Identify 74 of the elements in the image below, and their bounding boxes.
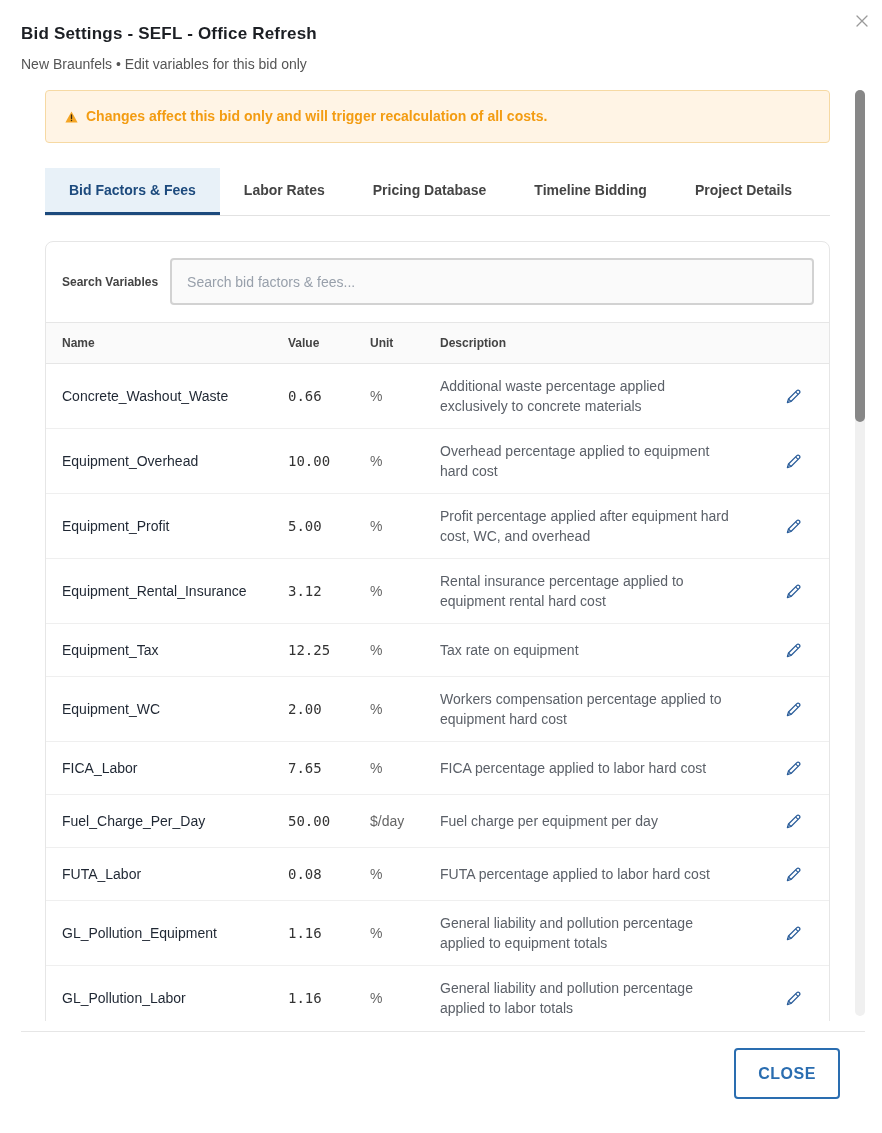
pencil-icon bbox=[785, 583, 801, 599]
variable-name: GL_Pollution_Labor bbox=[46, 965, 272, 1021]
search-field[interactable]: Search bid factors & fees... bbox=[170, 258, 814, 305]
tab[interactable]: Labor Rates bbox=[219, 168, 349, 215]
variable-value: 1.16 bbox=[272, 900, 354, 966]
variable-description: Rental insurance percentage applied to equipment rental hard cost bbox=[424, 558, 763, 624]
pencil-icon bbox=[785, 990, 801, 1006]
variable-name: Equipment_Rental_Insurance bbox=[46, 558, 272, 624]
variable-value: 12.25 bbox=[272, 623, 354, 677]
variable-unit: % bbox=[354, 493, 424, 559]
variable-name: Equipment_WC bbox=[46, 676, 272, 742]
variable-unit: % bbox=[354, 558, 424, 624]
variable-unit: % bbox=[354, 847, 424, 901]
warning-text: Changes affect this bid only and will trigger recalculation of all costs. bbox=[86, 107, 548, 126]
variable-description: Fuel charge per equipment per day bbox=[424, 794, 763, 848]
variable-description: Profit percentage applied after equipment hard cost, WC, and overhead bbox=[424, 493, 763, 559]
close-button[interactable] bbox=[856, 15, 868, 27]
variable-name: FUTA_Labor bbox=[46, 847, 272, 901]
variable-unit: % bbox=[354, 900, 424, 966]
variable-name: Equipment_Tax bbox=[46, 623, 272, 677]
pencil-icon bbox=[785, 813, 801, 829]
variable-unit: % bbox=[354, 676, 424, 742]
variable-description: Overhead percentage applied to equipment hard cost bbox=[424, 428, 763, 494]
variable-unit: % bbox=[354, 363, 424, 429]
variable-value: 10.00 bbox=[272, 428, 354, 494]
variable-unit: % bbox=[354, 741, 424, 795]
variable-name: Fuel_Charge_Per_Day bbox=[46, 794, 272, 848]
variable-unit: % bbox=[354, 623, 424, 677]
tab[interactable]: Timeline Bidding bbox=[510, 168, 671, 215]
variable-description: Workers compensation percentage applied to equipment hard cost bbox=[424, 676, 763, 742]
pencil-icon bbox=[785, 925, 801, 941]
variable-value: 5.00 bbox=[272, 493, 354, 559]
variable-unit: % bbox=[354, 965, 424, 1021]
search-label: Search Variables bbox=[62, 273, 159, 291]
close-icon bbox=[856, 15, 868, 27]
pencil-icon bbox=[785, 642, 801, 658]
variable-description: General liability and pollution percentage applied to labor totals bbox=[424, 965, 763, 1021]
variable-name: FICA_Labor bbox=[46, 741, 272, 795]
variable-value: 3.12 bbox=[272, 558, 354, 624]
pencil-icon bbox=[785, 518, 801, 534]
dialog-title: Bid Settings - SEFL - Office Refresh bbox=[21, 23, 317, 45]
column-header: Name bbox=[46, 322, 272, 364]
variable-description: Tax rate on equipment bbox=[424, 623, 763, 677]
column-header: Value bbox=[272, 322, 354, 364]
warning-icon bbox=[65, 110, 78, 123]
variable-value: 1.16 bbox=[272, 965, 354, 1021]
variable-unit: % bbox=[354, 428, 424, 494]
pencil-icon bbox=[785, 388, 801, 404]
column-header: Description bbox=[424, 322, 763, 364]
variable-value: 0.08 bbox=[272, 847, 354, 901]
variable-unit: $/day bbox=[354, 794, 424, 848]
scrollbar-thumb[interactable] bbox=[855, 90, 865, 422]
column-header: Unit bbox=[354, 322, 424, 364]
pencil-icon bbox=[785, 701, 801, 717]
variable-name: Equipment_Profit bbox=[46, 493, 272, 559]
pencil-icon bbox=[785, 866, 801, 882]
dialog-subtitle: New Braunfels • Edit variables for this bid only bbox=[21, 55, 308, 74]
variable-value: 2.00 bbox=[272, 676, 354, 742]
variable-description: Additional waste percentage applied exclusively to concrete materials bbox=[424, 363, 763, 429]
tab[interactable]: Bid Factors & Fees bbox=[45, 168, 220, 215]
variable-description: General liability and pollution percentage applied to equipment totals bbox=[424, 900, 763, 966]
variable-name: Equipment_Overhead bbox=[46, 428, 272, 494]
variable-name: Concrete_Washout_Waste bbox=[46, 363, 272, 429]
close-button[interactable]: CLOSE bbox=[734, 1048, 840, 1099]
variable-description: FICA percentage applied to labor hard cost bbox=[424, 741, 763, 795]
variable-name: GL_Pollution_Equipment bbox=[46, 900, 272, 966]
variable-value: 50.00 bbox=[272, 794, 354, 848]
variable-value: 7.65 bbox=[272, 741, 354, 795]
tab[interactable]: Project Details bbox=[670, 168, 817, 215]
variable-value: 0.66 bbox=[272, 363, 354, 429]
pencil-icon bbox=[785, 453, 801, 469]
variable-description: FUTA percentage applied to labor hard cost bbox=[424, 847, 763, 901]
tab[interactable]: Pricing Database bbox=[348, 168, 511, 215]
pencil-icon bbox=[785, 760, 801, 776]
